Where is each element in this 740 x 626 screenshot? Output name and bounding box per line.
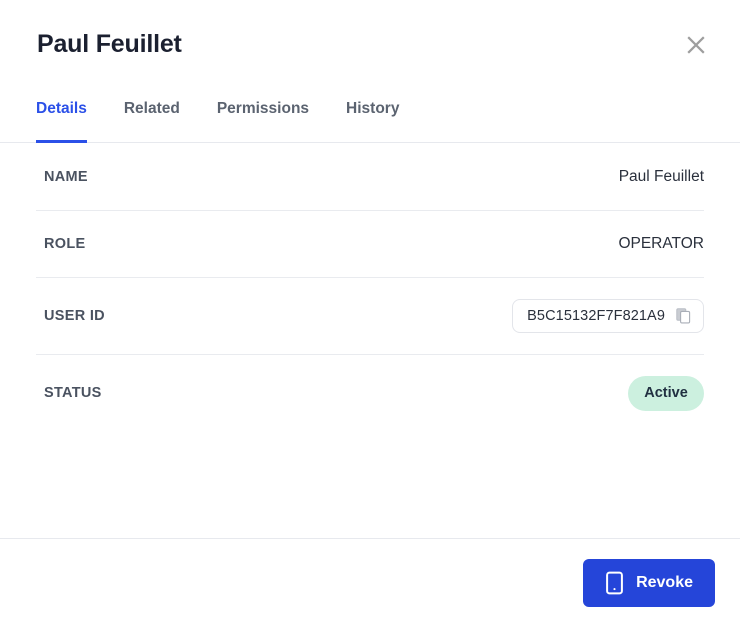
- tab-related[interactable]: Related: [124, 88, 180, 143]
- row-label-status: STATUS: [44, 385, 102, 401]
- table-row: USER ID B5C15132F7F821A9: [36, 277, 704, 354]
- row-label-role: ROLE: [44, 236, 86, 252]
- table-row: NAME Paul Feuillet: [36, 143, 704, 210]
- tab-permissions[interactable]: Permissions: [217, 88, 309, 143]
- table-row: ROLE OPERATOR: [36, 210, 704, 277]
- panel-header: Paul Feuillet: [0, 0, 740, 88]
- table-row: STATUS Active: [36, 354, 704, 431]
- mobile-device-icon: [605, 571, 624, 595]
- revoke-button-label: Revoke: [636, 573, 693, 591]
- tab-history[interactable]: History: [346, 88, 399, 143]
- status-badge: Active: [628, 375, 704, 411]
- row-label-user-id: USER ID: [44, 308, 105, 324]
- copy-icon: [676, 308, 691, 324]
- panel-footer: Revoke: [0, 538, 740, 626]
- tab-details[interactable]: Details: [36, 88, 87, 143]
- row-value-name: Paul Feuillet: [618, 167, 704, 185]
- row-value-user-id: B5C15132F7F821A9: [527, 308, 665, 324]
- tab-bar: Details Related Permissions History: [0, 88, 740, 143]
- revoke-button[interactable]: Revoke: [583, 558, 715, 607]
- close-button[interactable]: [679, 28, 713, 62]
- page-title: Paul Feuillet: [37, 30, 182, 58]
- details-list: NAME Paul Feuillet ROLE OPERATOR USER ID…: [0, 143, 740, 538]
- row-label-name: NAME: [44, 168, 88, 185]
- user-detail-panel: Paul Feuillet Details Related Permission…: [0, 0, 740, 626]
- close-icon: [685, 34, 707, 56]
- user-id-copy-button[interactable]: B5C15132F7F821A9: [512, 299, 704, 333]
- row-value-role: OPERATOR: [618, 235, 704, 252]
